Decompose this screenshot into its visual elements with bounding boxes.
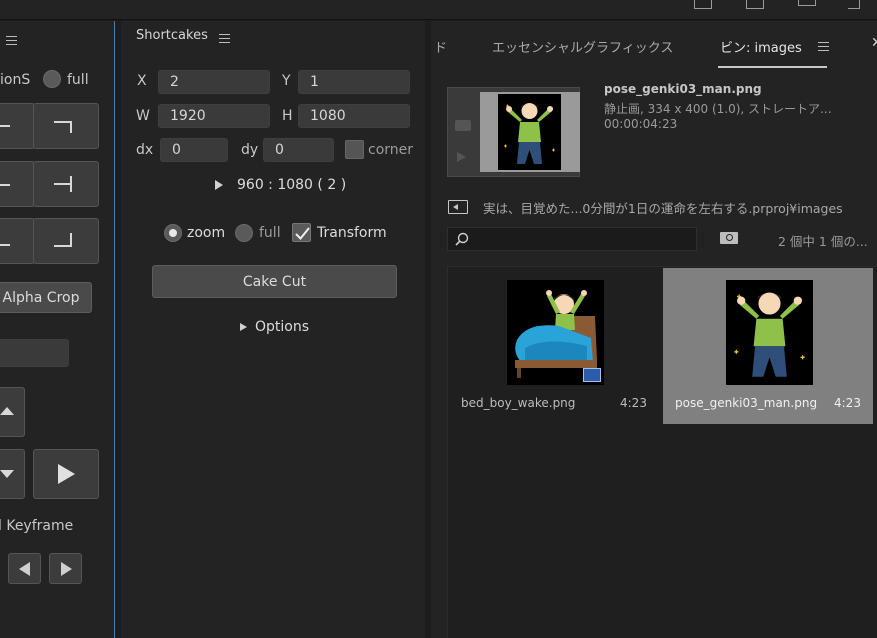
w-label: W (136, 108, 150, 124)
corner-bottom-right-icon (54, 233, 72, 247)
item-name: pose_genki03_man.png (675, 396, 818, 410)
preview-thumbnail-frame (447, 87, 580, 177)
down-arrow-icon (0, 470, 14, 478)
keyframe-label: l Keyframe (0, 518, 74, 534)
preview-filename: pose_genki03_man.png (604, 82, 762, 96)
item-name: bed_boy_wake.png (461, 396, 576, 410)
options-triangle-icon (240, 323, 247, 331)
left-panel-input[interactable] (0, 339, 69, 367)
move-down-button[interactable] (0, 449, 25, 499)
preview-duration: 00:00:04:23 (604, 117, 678, 131)
item-thumbnail (507, 280, 604, 385)
prev-keyframe-button[interactable] (8, 553, 41, 584)
full-radio[interactable] (43, 70, 61, 88)
size-readout: 960 : 1080 ( 2 ) (237, 177, 347, 193)
full-radio-mid[interactable] (235, 224, 253, 242)
full-radio-label: full (67, 72, 89, 88)
corner-bottom-icon (0, 244, 10, 246)
close-icon[interactable]: ✕ (871, 35, 877, 51)
transform-label: Transform (317, 225, 387, 241)
list-item-selected[interactable]: pose_genki03_man.png 4:23 (663, 268, 873, 424)
full-radio-mid-label: full (259, 225, 281, 241)
corner-top-right-icon (54, 121, 72, 133)
cake-cut-button[interactable]: Cake Cut (152, 265, 397, 298)
bin-path: 実は、目覚めた...0分間が1日の運命を左右する.prproj¥images (483, 201, 843, 216)
tab-essential-graphics[interactable]: エッセンシャルグラフィックス (492, 37, 673, 56)
h-label: H (282, 108, 293, 124)
bin-menu-icon[interactable] (818, 42, 829, 51)
left-panel-menu-icon[interactable] (6, 36, 17, 45)
top-toolbar (0, 0, 877, 20)
zoom-radio-label: zoom (187, 225, 226, 241)
crop-top-left-button[interactable] (0, 103, 35, 149)
monitor-icon[interactable] (694, 0, 712, 9)
crop-bottom-right-button[interactable] (33, 218, 99, 264)
left-panel: ionS full Alpha Crop l Keyframe (0, 21, 115, 638)
bin-item-grid: bed_boy_wake.png 4:23 pose_genki03_man.p… (447, 266, 877, 638)
prev-arrow-icon (19, 562, 30, 576)
play-button[interactable] (33, 449, 99, 499)
options-label: Options (255, 319, 310, 335)
preview-image (498, 94, 561, 170)
dx-label: dx (136, 142, 154, 158)
next-arrow-icon (61, 562, 72, 576)
project-bin-panel: ド エッセンシャルグラフィックス ビン: images ✕ pose_genki… (431, 21, 877, 638)
next-keyframe-button[interactable] (49, 553, 82, 584)
item-count: 2 個中 1 個の... (778, 234, 868, 249)
export-icon[interactable] (798, 0, 816, 6)
parent-folder-icon[interactable] (448, 200, 468, 214)
preview-play-icon[interactable] (457, 152, 466, 162)
dy-label: dy (241, 142, 259, 158)
edge-left-icon (0, 184, 10, 186)
crop-top-right-button[interactable] (33, 103, 99, 149)
expand-triangle-icon (215, 180, 223, 190)
find-lens-icon (726, 234, 733, 241)
bin-search-input[interactable] (447, 227, 697, 251)
preview-details: 静止画, 334 x 400 (1.0), ストレートア... (604, 102, 832, 116)
item-duration: 4:23 (834, 396, 861, 410)
dy-input[interactable]: 0 (263, 138, 334, 162)
dx-input[interactable]: 0 (160, 138, 228, 162)
crop-middle-left-button[interactable] (0, 161, 35, 207)
x-label: X (137, 73, 147, 89)
image-type-badge-icon (583, 368, 601, 382)
move-up-button[interactable] (0, 387, 25, 437)
options-toggle[interactable]: Options (240, 319, 309, 335)
height-input[interactable]: 1080 (298, 104, 410, 128)
zoom-radio[interactable] (164, 224, 182, 242)
app-window: ionS full Alpha Crop l Keyframe Shortcak… (0, 0, 877, 638)
size-toggle[interactable]: 960 : 1080 ( 2 ) (215, 177, 346, 193)
tab-bin-images[interactable]: ビン: images (720, 37, 802, 56)
window-icon[interactable] (746, 0, 764, 9)
check-icon (295, 227, 310, 240)
panel-title: Shortcakes (136, 28, 208, 43)
item-duration: 4:23 (620, 396, 647, 410)
shortcakes-menu-icon[interactable] (219, 34, 230, 43)
y-input[interactable]: 1 (298, 70, 410, 94)
transform-checkbox[interactable] (292, 223, 311, 242)
item-thumbnail (726, 280, 813, 385)
tab-truncated[interactable]: ド (434, 37, 447, 56)
alpha-crop-button[interactable]: Alpha Crop (0, 282, 92, 313)
expand-icon[interactable] (848, 0, 860, 9)
options-checkbox-label: ionS (0, 72, 31, 88)
search-icon (455, 232, 469, 246)
active-tab-indicator (718, 66, 827, 68)
corner-label: corner (368, 142, 414, 158)
play-icon (58, 464, 75, 484)
edge-right-line-icon (54, 183, 70, 185)
corner-top-icon (0, 125, 10, 127)
y-label: Y (282, 73, 291, 89)
find-bin-icon[interactable] (720, 232, 738, 244)
crop-middle-right-button[interactable] (33, 161, 99, 207)
shortcakes-panel: Shortcakes X 2 Y 1 W 1920 H 1080 dx 0 dy… (121, 21, 425, 638)
x-input[interactable]: 2 (158, 70, 270, 94)
corner-checkbox[interactable] (345, 140, 364, 159)
list-item[interactable]: bed_boy_wake.png 4:23 (452, 268, 660, 424)
width-input[interactable]: 1920 (158, 104, 270, 128)
crop-bottom-left-button[interactable] (0, 218, 35, 264)
camera-icon[interactable] (455, 120, 471, 131)
up-arrow-icon (0, 407, 14, 415)
folder-arrow-icon (453, 204, 458, 210)
